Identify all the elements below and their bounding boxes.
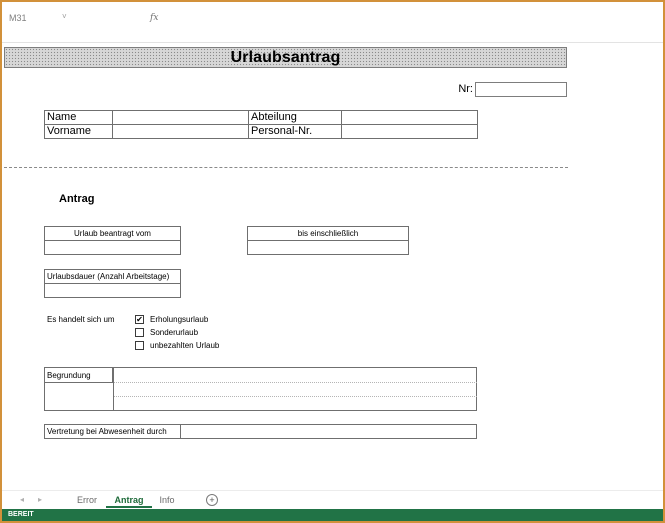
- urlaubsdauer-cell[interactable]: [45, 284, 180, 298]
- table-row: Name Abteilung: [44, 110, 478, 125]
- urlaubsart-label: Es handelt sich um: [47, 315, 115, 324]
- nr-cell[interactable]: [475, 82, 567, 97]
- name-box[interactable]: M31: [9, 10, 54, 26]
- add-sheet-icon[interactable]: +: [206, 494, 218, 506]
- bis-box: bis einschließlich: [247, 226, 409, 255]
- urlaub-vom-label: Urlaub beantragt vom: [45, 227, 180, 241]
- tab-scroll-left-icon[interactable]: ◂: [20, 495, 24, 504]
- vertretung-box: Vertretung bei Abwesenheit durch: [44, 424, 477, 439]
- abteilung-label: Abteilung: [248, 110, 342, 125]
- vorname-label: Vorname: [44, 124, 113, 139]
- personal-nr-cell[interactable]: [341, 124, 478, 139]
- antrag-heading: Antrag: [59, 193, 95, 205]
- line-divider: [114, 396, 477, 397]
- urlaubsdauer-box: Urlaubsdauer (Anzahl Arbeitstage): [44, 269, 181, 298]
- personal-nr-label: Personal-Nr.: [248, 124, 342, 139]
- vertretung-cell[interactable]: [181, 425, 476, 438]
- urlaub-vom-cell[interactable]: [45, 241, 180, 255]
- urlaubsart-options: ✔ Erholungsurlaub Sonderurlaub unbezahlt…: [135, 313, 219, 352]
- abteilung-cell[interactable]: [341, 110, 478, 125]
- option-label: unbezahlten Urlaub: [150, 341, 220, 350]
- tab-antrag[interactable]: Antrag: [106, 493, 152, 508]
- name-label: Name: [44, 110, 113, 125]
- personal-data-table: Name Abteilung Vorname Personal-Nr.: [44, 110, 478, 139]
- vorname-cell[interactable]: [112, 124, 249, 139]
- form-title: Urlaubsantrag: [230, 48, 341, 66]
- option-label: Erholungsurlaub: [150, 315, 209, 324]
- urlaub-vom-box: Urlaub beantragt vom: [44, 226, 181, 255]
- sheet-tab-bar: ◂ ▸ Error Antrag Info +: [2, 490, 663, 510]
- function-icon[interactable]: fx: [150, 10, 162, 26]
- begruendung-box: Begrundung: [44, 367, 477, 411]
- checkbox-icon[interactable]: [135, 328, 144, 337]
- tab-info[interactable]: Info: [154, 493, 180, 508]
- checkbox-checked-icon[interactable]: ✔: [135, 315, 144, 324]
- begruendung-label: Begrundung: [45, 368, 113, 383]
- table-row: Vorname Personal-Nr.: [44, 124, 478, 139]
- option-unbezahlter-urlaub[interactable]: unbezahlten Urlaub: [135, 339, 219, 352]
- bis-label: bis einschließlich: [248, 227, 408, 241]
- option-erholungsurlaub[interactable]: ✔ Erholungsurlaub: [135, 313, 219, 326]
- formula-input[interactable]: [168, 10, 648, 26]
- vertretung-label: Vertretung bei Abwesenheit durch: [45, 425, 181, 438]
- name-box-dropdown-icon[interactable]: ˅: [62, 10, 72, 26]
- name-cell[interactable]: [112, 110, 249, 125]
- tab-error[interactable]: Error: [70, 493, 104, 508]
- form-title-banner[interactable]: Urlaubsantrag: [4, 47, 567, 68]
- tab-scroll-right-icon[interactable]: ▸: [38, 495, 42, 504]
- bis-cell[interactable]: [248, 241, 408, 255]
- spreadsheet-window: M31 ˅ fx Urlaubsantrag Nr: Name Abteilun…: [0, 0, 665, 523]
- checkbox-icon[interactable]: [135, 341, 144, 350]
- option-label: Sonderurlaub: [150, 328, 199, 337]
- status-text: BEREIT: [2, 509, 663, 521]
- option-sonderurlaub[interactable]: Sonderurlaub: [135, 326, 219, 339]
- nr-label: Nr:: [458, 83, 473, 95]
- formula-bar-divider: [2, 42, 663, 43]
- page-break-line: [4, 167, 568, 168]
- line-divider: [114, 382, 477, 383]
- urlaubsdauer-label: Urlaubsdauer (Anzahl Arbeitstage): [45, 270, 180, 284]
- begruendung-cell[interactable]: [113, 368, 477, 410]
